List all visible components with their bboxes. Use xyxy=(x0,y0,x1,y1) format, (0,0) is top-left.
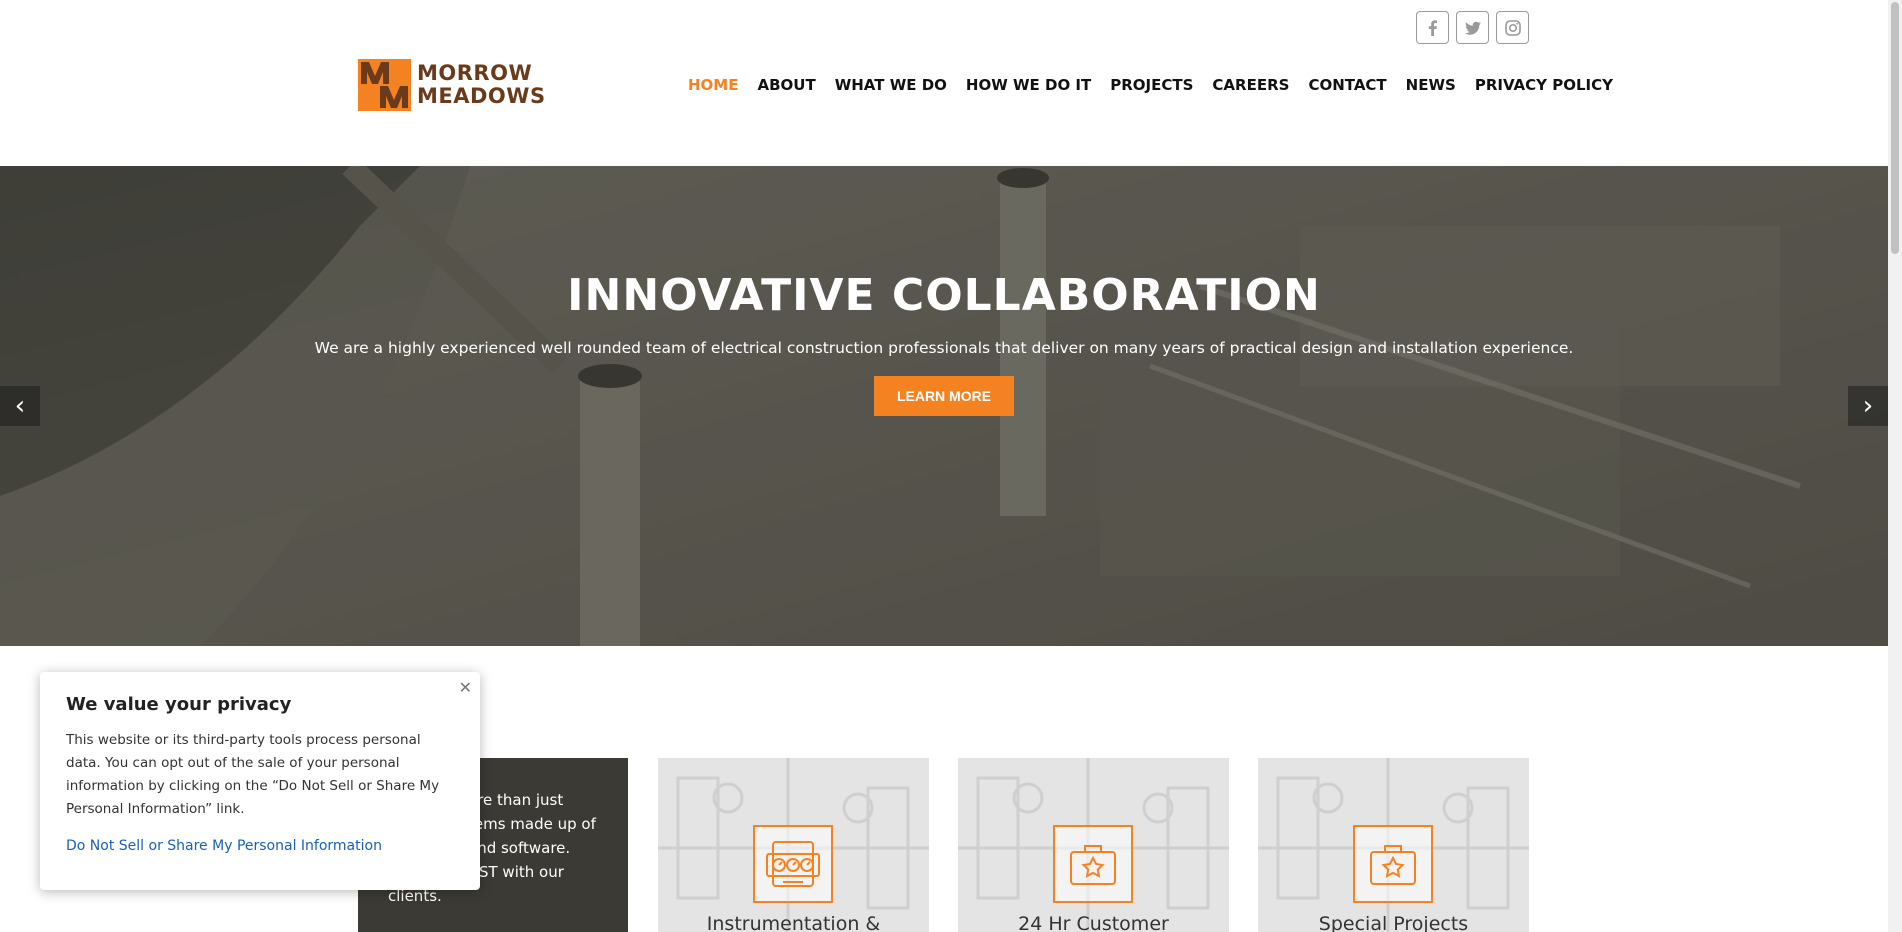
hero-subtitle: We are a highly experienced well rounded… xyxy=(314,339,1574,357)
service-card-label: 24 Hr Customer xyxy=(1018,913,1169,932)
privacy-title: We value your privacy xyxy=(66,694,292,715)
logo-line-2: MEADOWS xyxy=(417,84,546,108)
slider-next-button[interactable]: › xyxy=(1848,386,1888,426)
facebook-icon[interactable] xyxy=(1416,11,1449,44)
service-card-label: Instrumentation & xyxy=(706,913,881,932)
logo-mark-icon xyxy=(358,59,411,111)
instagram-icon[interactable] xyxy=(1496,11,1529,44)
hero-slider: INNOVATIVE COLLABORATION We are a highly… xyxy=(0,166,1888,646)
twitter-icon[interactable] xyxy=(1456,11,1489,44)
page-scrollbar[interactable] xyxy=(1888,0,1902,932)
close-icon[interactable]: ✕ xyxy=(459,678,472,697)
logo-line-1: MORROW xyxy=(417,61,533,85)
service-card-24hr-customer[interactable]: 24 Hr Customer xyxy=(958,758,1229,932)
site-header: MORROW MEADOWS HOME ABOUT WHAT WE DO HOW… xyxy=(0,0,1888,166)
privacy-popup: ✕ We value your privacy This website or … xyxy=(40,672,480,890)
nav-privacy-policy[interactable]: PRIVACY POLICY xyxy=(1475,76,1613,94)
learn-more-button[interactable]: LEARN MORE xyxy=(874,376,1014,416)
slider-prev-button[interactable]: ‹ xyxy=(0,386,40,426)
hero-title: INNOVATIVE COLLABORATION xyxy=(567,270,1321,321)
main-nav: HOME ABOUT WHAT WE DO HOW WE DO IT PROJE… xyxy=(688,76,1632,94)
nav-careers[interactable]: CAREERS xyxy=(1212,76,1289,94)
nav-contact[interactable]: CONTACT xyxy=(1308,76,1386,94)
nav-home[interactable]: HOME xyxy=(688,76,738,94)
chevron-right-icon: › xyxy=(1862,391,1874,421)
briefcase-star-icon xyxy=(1053,825,1133,903)
gauges-icon xyxy=(753,825,833,903)
nav-what-we-do[interactable]: WHAT WE DO xyxy=(835,76,947,94)
logo[interactable]: MORROW MEADOWS xyxy=(358,59,546,111)
do-not-sell-link[interactable]: Do Not Sell or Share My Personal Informa… xyxy=(66,838,454,854)
nav-about[interactable]: ABOUT xyxy=(757,76,815,94)
nav-news[interactable]: NEWS xyxy=(1406,76,1456,94)
privacy-body: This website or its third-party tools pr… xyxy=(66,732,440,817)
scrollbar-thumb[interactable] xyxy=(1891,2,1899,254)
nav-how-we-do-it[interactable]: HOW WE DO IT xyxy=(966,76,1091,94)
briefcase-star-icon xyxy=(1353,825,1433,903)
social-links xyxy=(1416,11,1529,44)
chevron-left-icon: ‹ xyxy=(14,391,26,421)
service-card-label: Special Projects xyxy=(1318,913,1469,932)
service-card-special-projects[interactable]: Special Projects xyxy=(1258,758,1529,932)
service-card-instrumentation[interactable]: Instrumentation & xyxy=(658,758,929,932)
logo-text: MORROW MEADOWS xyxy=(417,62,546,108)
nav-projects[interactable]: PROJECTS xyxy=(1110,76,1193,94)
